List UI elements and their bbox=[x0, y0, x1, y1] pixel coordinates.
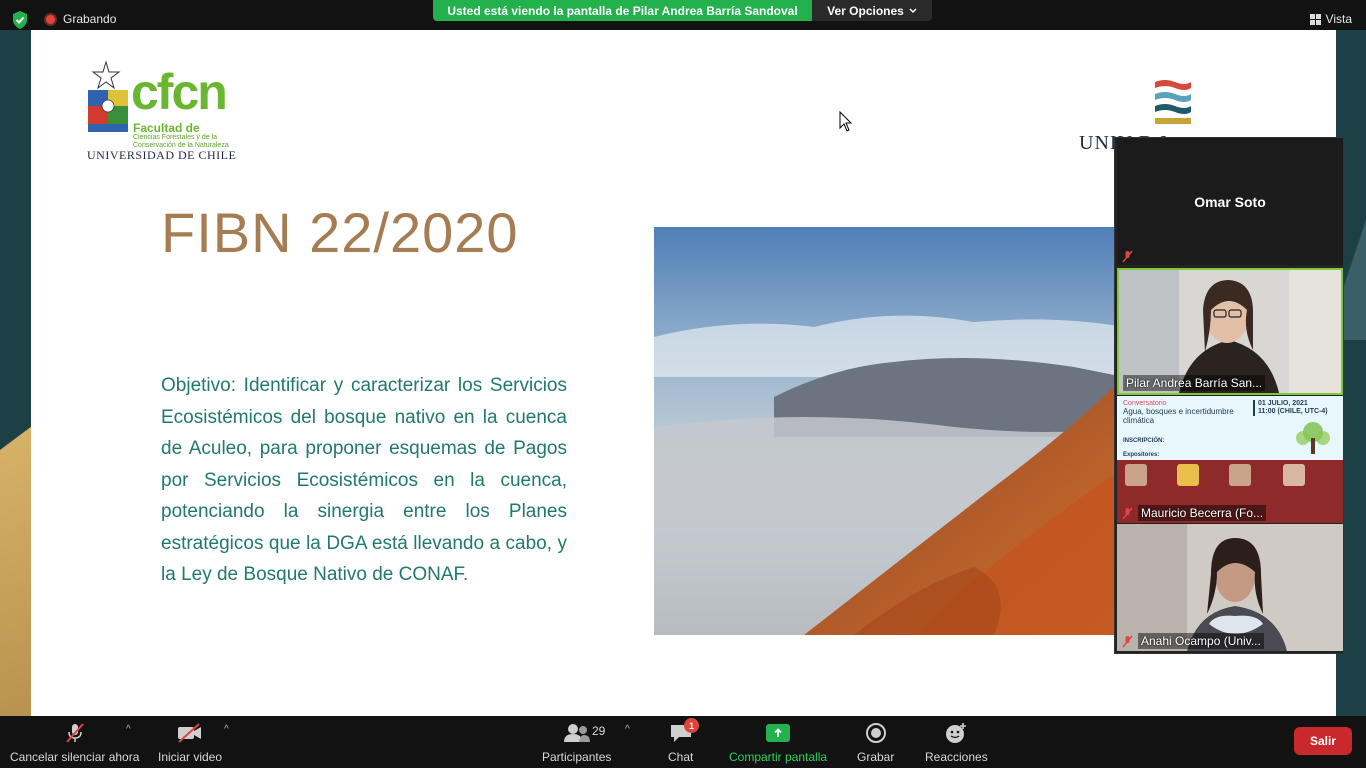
slide-body-text: Objetivo: Identificar y caracterizar los… bbox=[161, 375, 567, 585]
participant-video bbox=[1117, 524, 1343, 651]
participant-name: Anahi Ocampo (Univ... bbox=[1138, 633, 1264, 649]
meeting-toolbar: Cancelar silenciar ahora ^ Iniciar video… bbox=[0, 716, 1366, 768]
start-video-button[interactable]: Iniciar video bbox=[158, 722, 222, 764]
unmute-label: Cancelar silenciar ahora bbox=[10, 750, 140, 764]
participant-label: Mauricio Becerra (Fo... bbox=[1121, 505, 1267, 521]
participant-video-panel: Omar Soto Pilar Andrea Barría San... Con… bbox=[1114, 137, 1344, 654]
leave-meeting-button[interactable]: Salir bbox=[1294, 727, 1352, 755]
video-off-icon bbox=[176, 722, 204, 744]
zoom-meeting-window: Grabando Usted está viendo la pantalla d… bbox=[0, 0, 1366, 768]
mouse-cursor-icon bbox=[839, 111, 853, 132]
recording-indicator[interactable]: Grabando bbox=[44, 12, 116, 26]
flyer-date-day: 01 JULIO, 2021 bbox=[1258, 400, 1308, 407]
view-label: Vista bbox=[1325, 12, 1352, 26]
record-button[interactable]: Grabar bbox=[857, 722, 894, 764]
share-screen-arrow-icon bbox=[766, 724, 791, 742]
screen-share-banner: Usted está viendo la pantalla de Pilar A… bbox=[433, 0, 812, 21]
flyer-kicker: Conversatorio bbox=[1123, 400, 1167, 407]
reactions-label: Reacciones bbox=[925, 750, 988, 764]
view-button[interactable]: Vista bbox=[1309, 12, 1352, 26]
record-icon bbox=[865, 722, 887, 744]
flyer-speakers-label: Expositores: bbox=[1123, 452, 1160, 458]
chat-unread-badge: 1 bbox=[684, 718, 699, 733]
unmute-button[interactable]: Cancelar silenciar ahora bbox=[10, 722, 139, 764]
faculty-name: Facultad de Ciencias Forestales y de la … bbox=[133, 122, 243, 150]
slide-title: FIBN 22/2020 bbox=[161, 201, 519, 264]
recording-label: Grabando bbox=[63, 12, 117, 26]
tree-icon bbox=[1296, 422, 1330, 454]
share-screen-button[interactable]: Compartir pantalla bbox=[729, 722, 827, 764]
participants-label: Participantes bbox=[542, 750, 612, 764]
reactions-button[interactable]: Reacciones bbox=[925, 722, 988, 764]
cfcn-logo-text: cfcn bbox=[131, 64, 228, 120]
chat-label: Chat bbox=[668, 750, 694, 764]
participant-label: Anahi Ocampo (Univ... bbox=[1121, 633, 1264, 649]
flyer-title: Agua, bosques e incertidumbre climática bbox=[1123, 407, 1234, 425]
speaker-photo bbox=[1229, 464, 1251, 486]
participants-icon bbox=[562, 722, 592, 744]
participant-tile[interactable]: Omar Soto bbox=[1117, 138, 1343, 265]
view-options-button[interactable]: Ver Opciones bbox=[812, 0, 932, 21]
university-name: UNIVERSIDAD DE CHILE bbox=[87, 148, 237, 162]
video-options-chevron-icon[interactable]: ^ bbox=[224, 724, 229, 735]
muted-mic-icon bbox=[1122, 507, 1133, 519]
flyer-inscription: INSCRIPCIÓN: bbox=[1123, 438, 1165, 444]
participant-label: Pilar Andrea Barría San... bbox=[1123, 375, 1266, 391]
view-options-label: Ver Opciones bbox=[827, 3, 904, 18]
grid-view-icon bbox=[1309, 13, 1321, 25]
participant-name: Pilar Andrea Barría San... bbox=[1123, 375, 1266, 391]
muted-mic-icon bbox=[1122, 635, 1133, 647]
participant-label bbox=[1121, 250, 1134, 263]
flyer-date-time: 11:00 (CHILE, UTC-4) bbox=[1258, 408, 1328, 415]
chevron-down-icon bbox=[909, 7, 917, 13]
speaker-photo bbox=[1283, 464, 1305, 486]
speaker-photo bbox=[1177, 464, 1199, 486]
participant-name: Mauricio Becerra (Fo... bbox=[1138, 505, 1267, 521]
start-video-label: Iniciar video bbox=[158, 750, 223, 764]
muted-mic-icon bbox=[63, 722, 87, 744]
record-label: Grabar bbox=[857, 750, 895, 764]
share-screen-label: Compartir pantalla bbox=[729, 750, 828, 764]
audio-options-chevron-icon[interactable]: ^ bbox=[126, 724, 131, 735]
participant-name: Omar Soto bbox=[1194, 194, 1266, 210]
participants-count: 29 bbox=[592, 724, 606, 738]
participant-tile-active-speaker[interactable]: Pilar Andrea Barría San... bbox=[1117, 268, 1343, 395]
share-screen-icon bbox=[766, 722, 791, 744]
faculty-line-1: Facultad de bbox=[133, 121, 200, 135]
speaker-photo bbox=[1125, 464, 1147, 486]
recording-dot-icon bbox=[44, 12, 57, 26]
participants-options-chevron-icon[interactable]: ^ bbox=[625, 724, 630, 735]
security-shield-icon[interactable] bbox=[10, 10, 30, 30]
muted-mic-icon bbox=[1122, 250, 1133, 263]
participant-tile[interactable]: Anahi Ocampo (Univ... bbox=[1117, 524, 1343, 651]
participant-tile[interactable]: Conversatorio Agua, bosques e incertidum… bbox=[1117, 396, 1343, 523]
flyer-date: 01 JULIO, 2021 11:00 (CHILE, UTC-4) bbox=[1253, 400, 1328, 416]
reactions-smiley-icon bbox=[944, 722, 968, 744]
landscape-photo bbox=[654, 227, 1124, 635]
